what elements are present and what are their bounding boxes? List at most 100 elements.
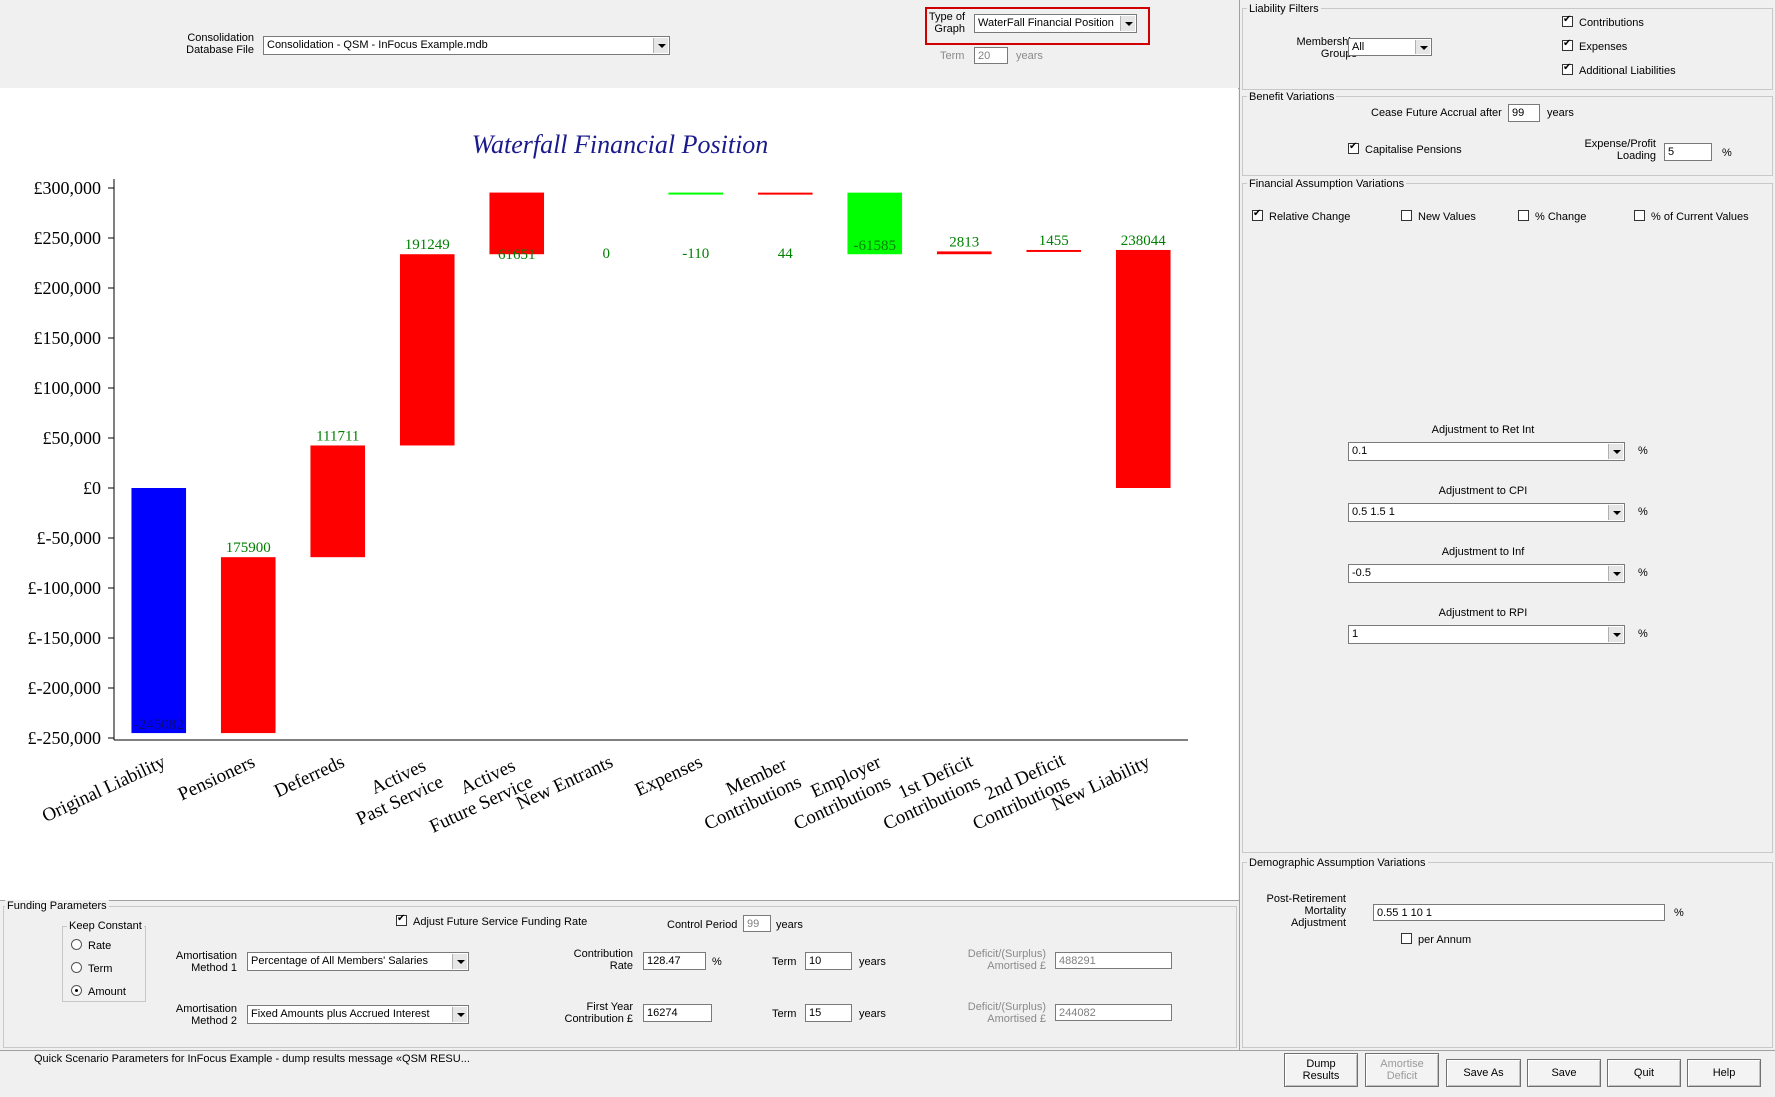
mortality-field[interactable]: 0.55 1 10 1 xyxy=(1373,904,1665,921)
financial-variations-title: Financial Assumption Variations xyxy=(1247,178,1407,190)
benefit-variations-title: Benefit Variations xyxy=(1247,91,1337,103)
mortality-label: Post-Retirement Mortality Adjustment xyxy=(1266,893,1346,929)
percent-change-label: % Change xyxy=(1535,211,1587,223)
amount-radio[interactable] xyxy=(71,985,82,996)
bars xyxy=(131,192,1171,734)
cpi-combo[interactable]: 0.5 1.5 1 xyxy=(1348,503,1625,522)
funding-parameters-title: Funding Parameters xyxy=(5,900,109,912)
waterfall-bar xyxy=(757,192,813,195)
chart-title: Waterfall Financial Position xyxy=(472,130,769,159)
data-label: 2813 xyxy=(949,234,979,250)
waterfall-chart: Waterfall Financial Position £300,000 £25… xyxy=(28,130,1188,838)
cease-accrual-label: Cease Future Accrual after xyxy=(1371,107,1502,119)
expenses-checkbox[interactable] xyxy=(1562,38,1573,51)
y-tick-label: £0 xyxy=(83,478,101,498)
dump-results-button[interactable]: Dump Results xyxy=(1284,1053,1358,1087)
demographic-variations-group xyxy=(1242,862,1773,1048)
chevron-down-icon[interactable] xyxy=(1415,40,1430,54)
term1-label: Term xyxy=(772,956,797,968)
capitalise-pensions-label: Capitalise Pensions xyxy=(1365,144,1462,156)
control-period-field[interactable]: 99 xyxy=(743,915,771,932)
deficit2-field[interactable]: 244082 xyxy=(1055,1004,1172,1021)
expense-loading-field[interactable]: 5 xyxy=(1664,143,1712,161)
y-tick-label: £-100,000 xyxy=(28,578,102,598)
first-year-contribution-label: First Year Contribution £ xyxy=(564,1001,634,1025)
chevron-down-icon[interactable] xyxy=(1608,627,1623,642)
deficit2-label: Deficit/(Surplus) Amortised £ xyxy=(967,1001,1046,1025)
amortisation-method1-combo[interactable]: Percentage of All Members' Salaries xyxy=(247,952,469,971)
per-annum-checkbox[interactable] xyxy=(1401,933,1412,944)
right-panel-divider xyxy=(1239,0,1240,1050)
y-tick-label: £150,000 xyxy=(34,328,102,348)
term2-label: Term xyxy=(772,1008,797,1020)
contribution-rate-unit: % xyxy=(712,956,722,968)
chevron-down-icon[interactable] xyxy=(1608,444,1623,459)
data-label: -110 xyxy=(682,246,709,262)
new-values-label: New Values xyxy=(1418,211,1476,223)
membership-label: Membership Groups xyxy=(1296,36,1357,60)
term2-field[interactable]: 15 xyxy=(805,1004,852,1022)
additional-liabilities-checkbox[interactable] xyxy=(1562,62,1573,75)
adjust-funding-rate-checkbox[interactable] xyxy=(396,913,407,926)
deficit1-label: Deficit/(Surplus) Amortised £ xyxy=(967,948,1046,972)
chevron-down-icon[interactable] xyxy=(452,1007,467,1022)
rate-radio[interactable] xyxy=(71,939,82,950)
chevron-down-icon[interactable] xyxy=(452,954,467,969)
data-label: -61585 xyxy=(854,238,897,254)
amortise-deficit-button[interactable]: Amortise Deficit xyxy=(1365,1053,1439,1087)
y-tick-label: £250,000 xyxy=(34,228,102,248)
amount-label: Amount xyxy=(88,986,126,998)
data-label: 191249 xyxy=(405,237,450,253)
y-tick-label: £-200,000 xyxy=(28,678,102,698)
chevron-down-icon[interactable] xyxy=(1608,505,1623,520)
percent-change-checkbox[interactable] xyxy=(1518,210,1529,221)
chevron-down-icon[interactable] xyxy=(1608,566,1623,581)
amortisation-method2-combo[interactable]: Fixed Amounts plus Accrued Interest xyxy=(247,1005,469,1024)
save-as-button[interactable]: Save As xyxy=(1446,1059,1521,1087)
waterfall-bar xyxy=(936,251,992,255)
quit-button[interactable]: Quit xyxy=(1607,1059,1681,1087)
cpi-unit: % xyxy=(1638,506,1648,518)
relative-change-label: Relative Change xyxy=(1269,211,1351,223)
inf-combo[interactable]: -0.5 xyxy=(1348,564,1625,583)
ret-int-unit: % xyxy=(1638,445,1648,457)
rpi-value: 1 xyxy=(1352,628,1359,640)
membership-groups-combo[interactable]: All xyxy=(1348,38,1432,56)
amortisation-method2-value: Fixed Amounts plus Accrued Interest xyxy=(251,1008,430,1020)
percent-current-values-checkbox[interactable] xyxy=(1634,210,1645,221)
percent-current-values-label: % of Current Values xyxy=(1651,211,1749,223)
waterfall-bar xyxy=(1115,249,1171,488)
chevron-down-icon[interactable] xyxy=(653,38,668,53)
save-button[interactable]: Save xyxy=(1527,1059,1601,1087)
database-file-combo[interactable]: Consolidation - QSM - InFocus Example.md… xyxy=(263,36,670,55)
term1-field[interactable]: 10 xyxy=(805,952,852,970)
help-button[interactable]: Help xyxy=(1687,1059,1761,1087)
term-radio[interactable] xyxy=(71,962,82,973)
graph-type-combo[interactable]: WaterFall Financial Position xyxy=(974,14,1137,33)
capitalise-pensions-checkbox[interactable] xyxy=(1348,141,1359,154)
control-period-unit: years xyxy=(776,919,803,931)
data-label: 44 xyxy=(778,246,794,262)
x-tick-label: Original Liability xyxy=(39,751,169,827)
liability-filters-title: Liability Filters xyxy=(1247,3,1321,15)
contributions-checkbox[interactable] xyxy=(1562,14,1573,27)
keep-constant-title: Keep Constant xyxy=(67,920,144,932)
contributions-label: Contributions xyxy=(1579,17,1644,29)
ret-int-combo[interactable]: 0.1 xyxy=(1348,442,1625,461)
term-field[interactable]: 20 xyxy=(974,47,1008,64)
method1-label: Amortisation Method 1 xyxy=(175,950,237,974)
chevron-down-icon[interactable] xyxy=(1120,16,1135,31)
contribution-rate-field[interactable]: 128.47 xyxy=(643,952,706,970)
rpi-combo[interactable]: 1 xyxy=(1348,625,1625,644)
deficit1-field[interactable]: 488291 xyxy=(1055,952,1172,969)
cease-accrual-field[interactable]: 99 xyxy=(1508,104,1540,122)
first-year-contribution-field[interactable]: 16274 xyxy=(643,1004,712,1022)
expenses-label: Expenses xyxy=(1579,41,1628,53)
y-tick-label: £50,000 xyxy=(43,428,102,448)
term2-unit: years xyxy=(859,1008,886,1020)
y-tick-label: £-150,000 xyxy=(28,628,102,648)
mortality-unit: % xyxy=(1674,907,1684,919)
new-values-checkbox[interactable] xyxy=(1401,210,1412,221)
relative-change-checkbox[interactable] xyxy=(1252,208,1263,221)
per-annum-label: per Annum xyxy=(1418,934,1472,946)
